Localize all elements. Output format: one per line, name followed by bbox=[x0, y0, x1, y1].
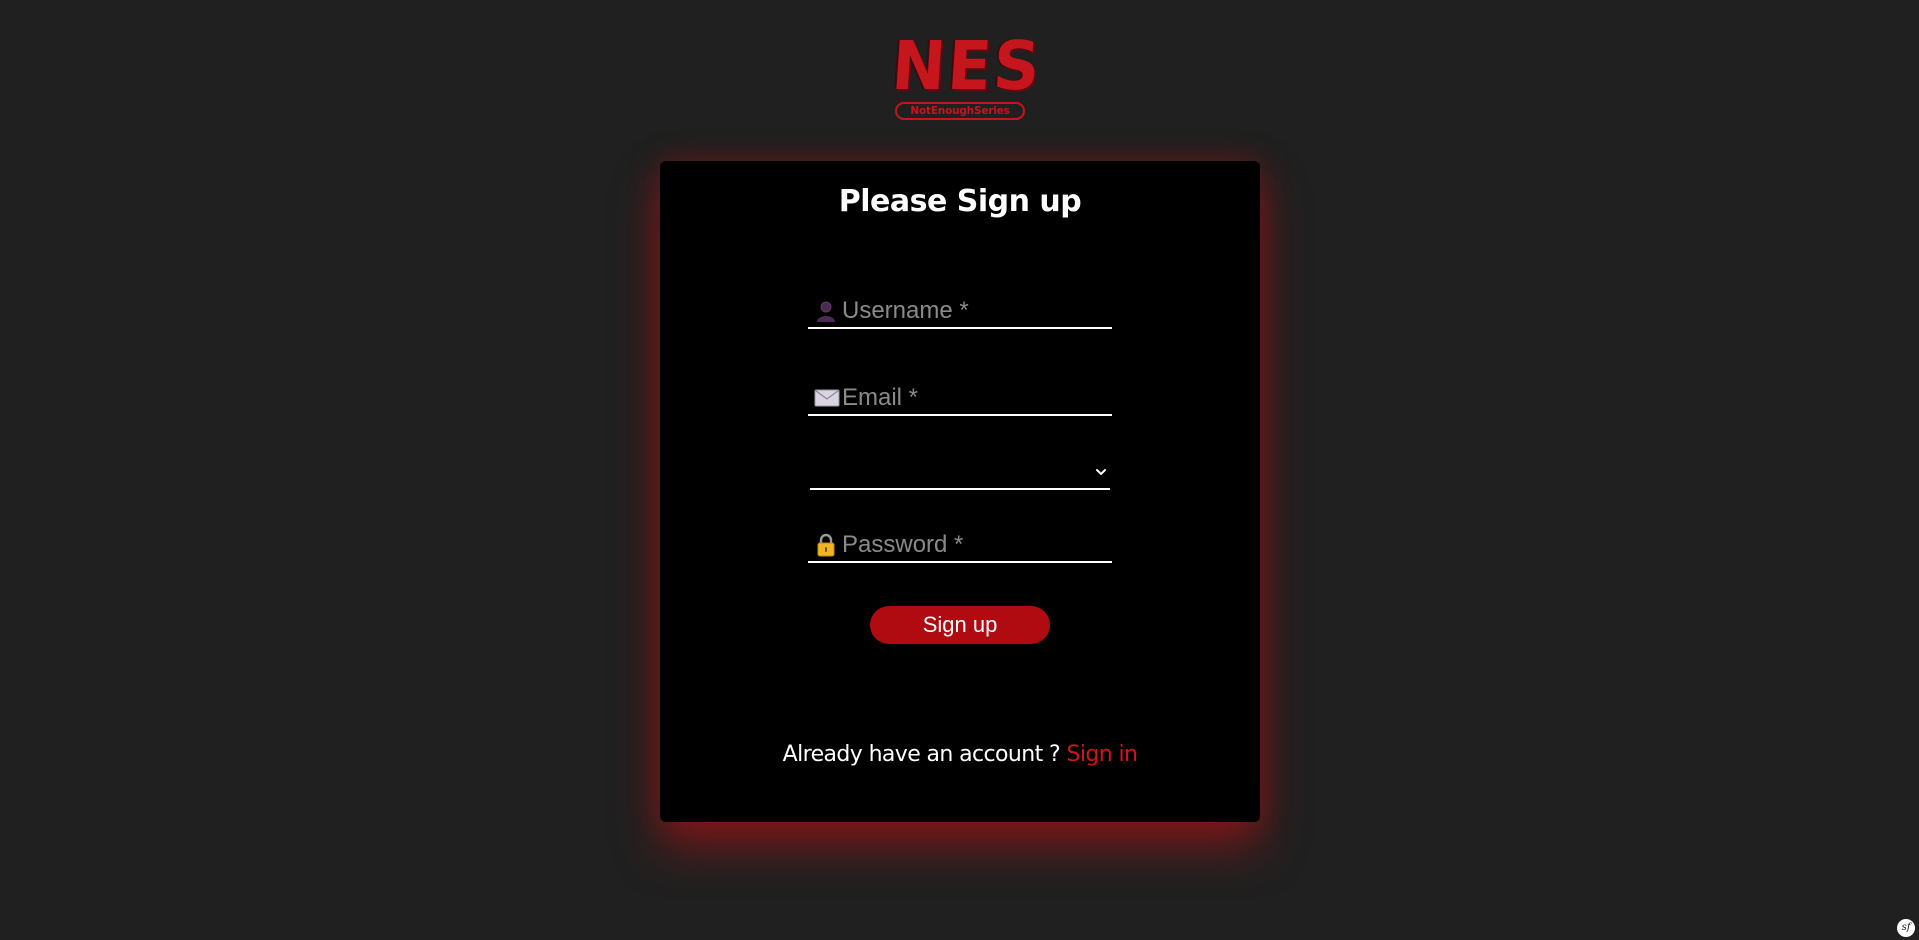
lock-icon bbox=[814, 533, 838, 557]
nes-logo[interactable]: NES NotEnoughSeries bbox=[889, 28, 1044, 122]
password-input[interactable] bbox=[842, 531, 1108, 559]
signup-page: NES NotEnoughSeries Please Sign up Usern… bbox=[0, 0, 1919, 940]
email-field bbox=[808, 382, 1112, 416]
page-title: Please Sign up bbox=[838, 184, 1082, 219]
password-field bbox=[808, 529, 1112, 563]
symfony-toolbar-icon[interactable]: sf bbox=[1897, 919, 1915, 937]
logo-subtitle: NotEnoughSeries bbox=[895, 102, 1025, 120]
signin-link[interactable]: Sign in bbox=[1066, 742, 1137, 767]
user-icon bbox=[814, 299, 838, 323]
logo-letters: NES bbox=[889, 28, 1044, 106]
signup-button[interactable]: Sign up bbox=[870, 606, 1050, 644]
signin-prompt: Already have an account ? Sign in bbox=[660, 739, 1260, 771]
email-input[interactable] bbox=[842, 384, 1108, 412]
signup-card: Please Sign up Username * Email * Sign u… bbox=[660, 161, 1260, 822]
envelope-icon bbox=[814, 386, 840, 410]
select-dropdown[interactable] bbox=[810, 456, 1110, 490]
chevron-down-icon bbox=[1094, 464, 1108, 478]
signin-prompt-text: Already have an account ? bbox=[782, 742, 1067, 767]
username-input[interactable] bbox=[842, 297, 1108, 325]
username-field bbox=[808, 295, 1112, 329]
